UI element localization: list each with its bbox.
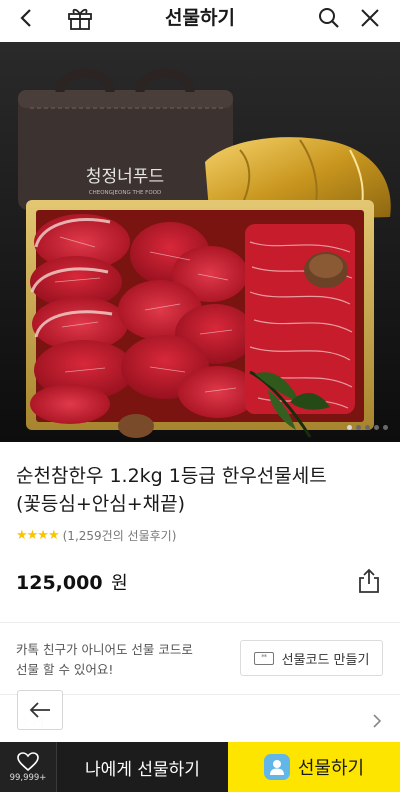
pager-dot [383, 425, 388, 430]
section-divider [0, 622, 400, 623]
pager-dot [356, 425, 361, 430]
pager-dot [347, 425, 352, 430]
bag-brand-sub: CHEONGJEONG THE FOOD [89, 190, 161, 196]
rating-row[interactable]: ★★★★ (1,259건의 선물후기) [16, 527, 176, 543]
gift-home-button[interactable] [62, 0, 98, 36]
rating-stars: ★★★★ [16, 527, 60, 543]
arrow-left-icon [29, 702, 50, 718]
close-button[interactable] [352, 0, 388, 36]
search-icon [319, 8, 339, 28]
gift-code-description: 카톡 친구가 아니어도 선물 코드로 선물 할 수 있어요! [16, 640, 226, 680]
product-title-line2: (꽃등심+안심+채끝) [16, 493, 186, 515]
friend-profile-icon [263, 754, 290, 780]
price-currency: 원 [111, 573, 128, 594]
send-gift-button[interactable]: 선물하기 [228, 742, 400, 792]
wish-count: 99,999+ [9, 772, 47, 783]
gift-icon [68, 8, 92, 30]
chevron-right-icon [373, 714, 382, 728]
heart-icon [17, 751, 39, 771]
code-card-icon: ** [253, 651, 274, 665]
product-title: 순천참한우 1.2kg 1등급 한우선물세트 (꽃등심+안심+채끝) [16, 462, 386, 518]
send-gift-label: 선물하기 [297, 758, 365, 779]
close-icon [361, 9, 379, 27]
carousel-pager [347, 425, 388, 430]
gift-to-self-button[interactable]: 나에게 선물하기 [56, 742, 228, 792]
bag-brand-logo: 청정너푸드 [86, 167, 164, 187]
gift-code-text-line1: 카톡 친구가 아니어도 선물 코드로 [16, 642, 193, 657]
product-photo: 청정너푸드 CHEONGJEONG THE FOOD [0, 42, 400, 442]
product-image-carousel[interactable]: 청정너푸드 CHEONGJEONG THE FOOD [0, 42, 400, 442]
bottom-action-bar: 99,999+ 나에게 선물하기 선물하기 [0, 742, 400, 792]
share-icon [359, 568, 379, 593]
pager-dot [374, 425, 379, 430]
wish-button[interactable]: 99,999+ [0, 742, 56, 792]
gift-code-text-line2: 선물 할 수 있어요! [16, 662, 114, 677]
price-value: 125,000 [16, 572, 103, 594]
create-gift-code-button[interactable]: ** 선물코드 만들기 [240, 640, 383, 676]
create-gift-code-label: 선물코드 만들기 [281, 652, 370, 668]
floating-back-button[interactable] [17, 690, 63, 730]
top-app-bar: 선물하기 [0, 0, 400, 36]
back-button[interactable] [8, 0, 44, 36]
search-button[interactable] [311, 0, 347, 36]
product-price: 125,000 원 [16, 569, 128, 595]
review-count-link[interactable]: (1,259건의 선물후기) [63, 527, 177, 544]
pager-dot [365, 425, 370, 430]
chevron-left-icon [20, 9, 31, 27]
share-button[interactable] [356, 568, 382, 594]
product-title-line1: 순천참한우 1.2kg 1등급 한우선물세트 [16, 465, 327, 487]
